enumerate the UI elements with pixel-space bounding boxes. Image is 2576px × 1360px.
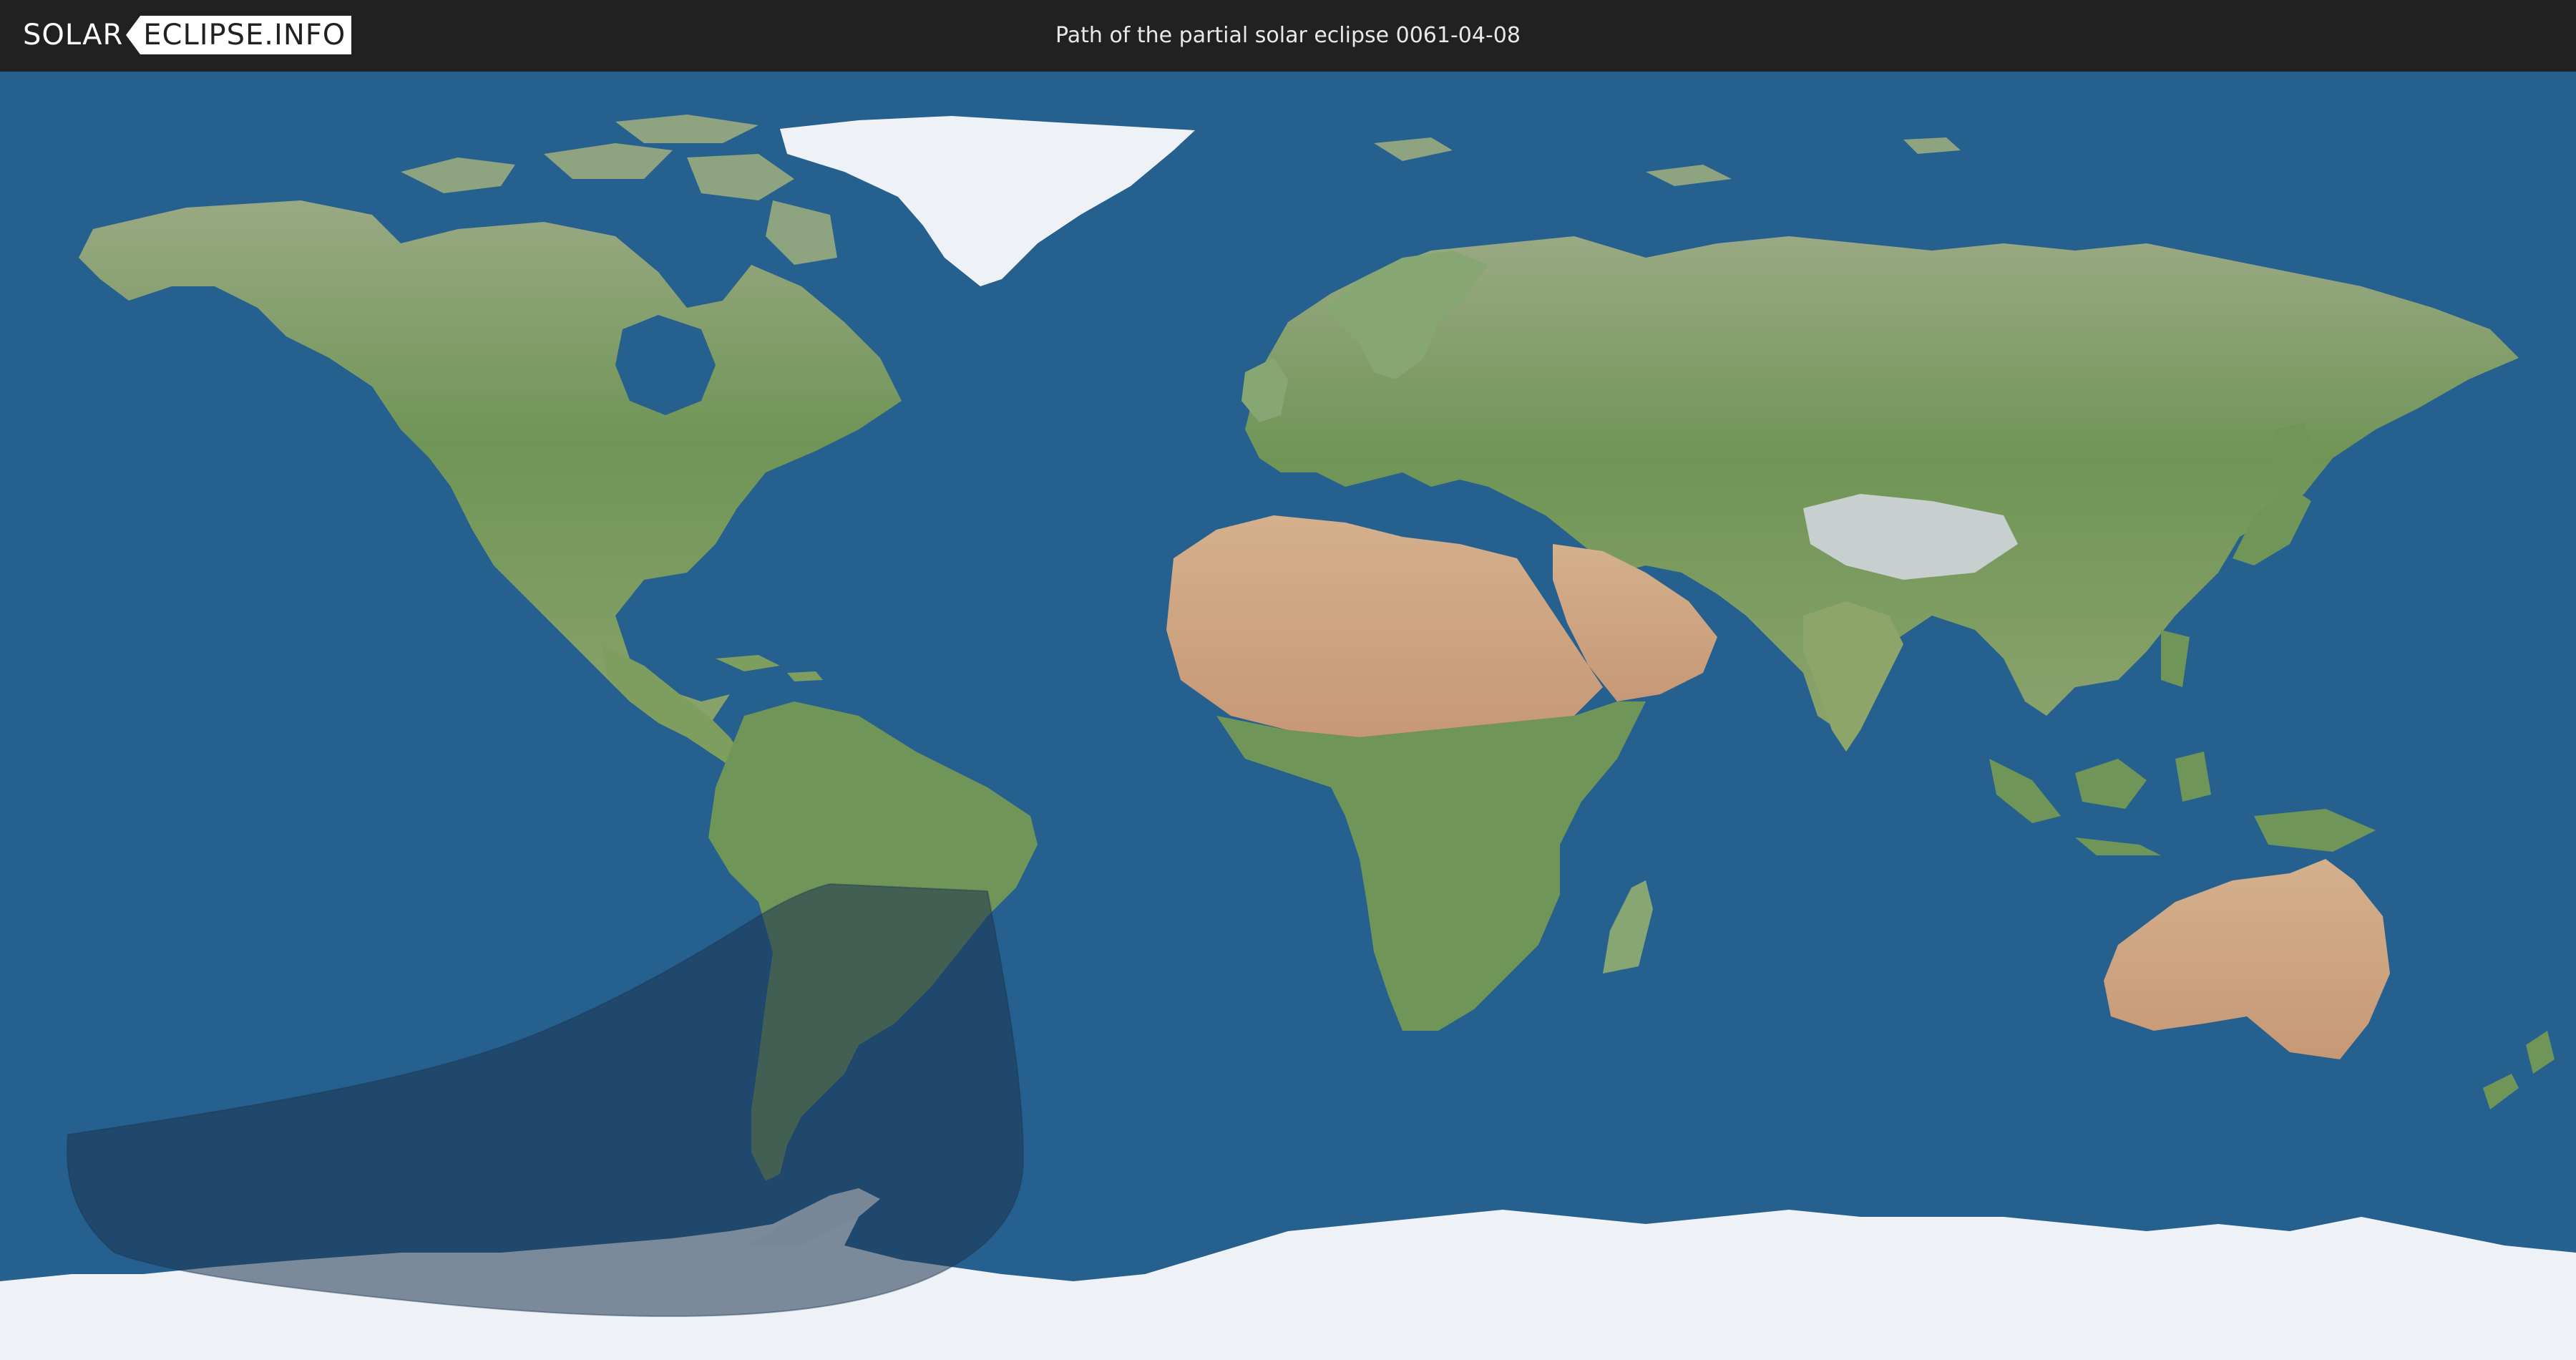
header-bar: SOLAR ECLIPSE.INFO Path of the partial s… (0, 0, 2576, 72)
hudson-bay (615, 315, 716, 415)
world-map[interactable] (0, 72, 2576, 1360)
page-title: Path of the partial solar eclipse 0061-0… (1055, 23, 1521, 48)
